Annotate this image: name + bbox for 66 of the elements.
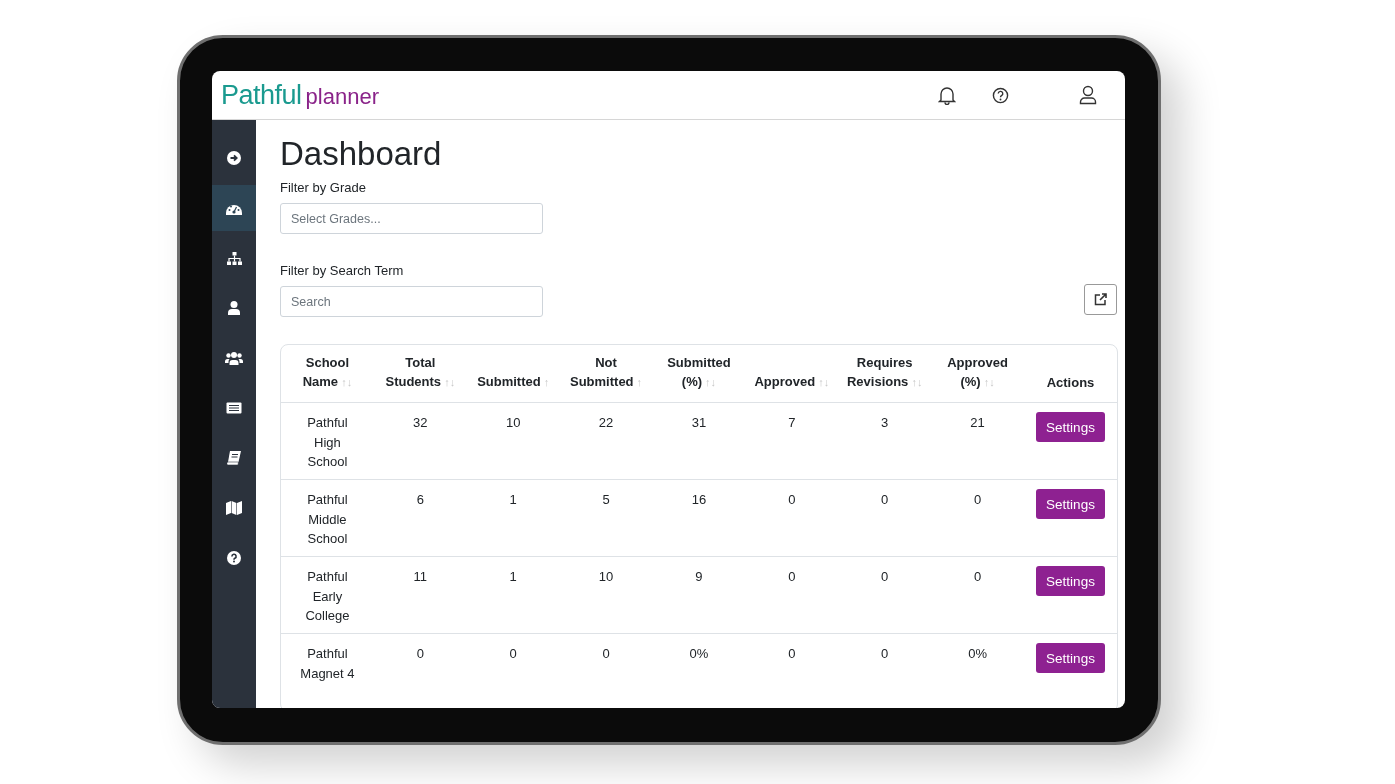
column-header[interactable]: Approved (%) ↑↓ <box>934 353 1021 392</box>
settings-button[interactable]: Settings <box>1036 412 1105 442</box>
table-cell-text: 0 <box>788 491 796 509</box>
table-cell-text: 7 <box>788 414 796 432</box>
table-cell-text: 0 <box>973 568 982 586</box>
person-icon <box>228 301 240 315</box>
table-cell-text: 0 <box>881 491 889 509</box>
table-cell-text: 32 <box>413 414 428 432</box>
column-header[interactable]: Submitted (%) ↑↓ <box>655 353 743 392</box>
table-cell-text: 0 <box>416 645 424 663</box>
list-icon <box>226 402 242 414</box>
table-cell-text: 0 <box>881 645 889 663</box>
book-icon <box>227 451 241 465</box>
table-cell-text: 5 <box>602 491 610 509</box>
table-cell-text: 22 <box>598 414 614 432</box>
help-icon[interactable] <box>992 86 1009 104</box>
table-cell-text: 1 <box>509 491 517 509</box>
column-header[interactable]: Requires Revisions ↑↓ <box>841 353 929 392</box>
arrow-circle-icon <box>227 151 241 165</box>
column-header[interactable]: Approved ↑↓ <box>754 372 830 392</box>
export-button[interactable] <box>1084 284 1117 315</box>
table-cell-text: 0 <box>973 491 982 509</box>
field-label: Filter by Grade <box>280 180 366 195</box>
user-icon[interactable] <box>1079 85 1097 105</box>
sidebar-item[interactable] <box>212 185 256 231</box>
table-cell-text: 0 <box>881 568 889 586</box>
table-cell-text: 0% <box>968 645 987 663</box>
external-link-icon <box>1094 293 1107 306</box>
column-header[interactable]: Actions <box>1046 373 1095 392</box>
help-icon <box>227 551 241 565</box>
table-cell-text: 31 <box>691 414 707 432</box>
table-cell-text: 0 <box>788 568 796 586</box>
table-cell-text: 1 <box>509 568 517 586</box>
search-field[interactable]: Search <box>280 286 543 317</box>
settings-button[interactable]: Settings <box>1036 489 1105 519</box>
table-cell-text: 0 <box>602 645 610 663</box>
settings-button[interactable]: Settings <box>1036 643 1105 673</box>
page-title: Dashboard <box>280 134 442 174</box>
settings-button[interactable]: Settings <box>1036 566 1105 596</box>
logo-product: planner <box>305 83 379 110</box>
table-cell-text: 0% <box>689 645 709 663</box>
column-header[interactable]: Submitted ↑ <box>477 372 550 392</box>
map-icon <box>226 501 242 515</box>
table-cell-text: 6 <box>416 491 424 509</box>
logo-brand: Pathful <box>221 79 302 111</box>
table-cell-text: 3 <box>881 414 889 432</box>
table-cell-text: 9 <box>695 568 703 586</box>
table-cell-text: Pathful Magnet 4 <box>299 645 356 683</box>
table-cell-text: 10 <box>505 414 521 432</box>
table-cell-text: 21 <box>970 414 985 432</box>
table-cell-text: Pathful Middle School <box>306 491 349 548</box>
table-cell-text: Pathful Early College <box>304 568 351 625</box>
field-label: Filter by Search Term <box>280 263 404 278</box>
group-icon <box>225 351 243 365</box>
table-cell-text: Pathful High School <box>306 414 349 471</box>
column-header[interactable]: School Name ↑↓ <box>284 353 371 392</box>
bell-icon[interactable] <box>938 85 956 105</box>
column-header[interactable]: Not Submitted ↑ <box>562 353 650 392</box>
table-cell-text: 0 <box>509 645 517 663</box>
grade-select-field[interactable]: Select Grades... <box>280 203 543 234</box>
table-cell-text: 16 <box>691 491 707 509</box>
column-header[interactable]: Total Students ↑↓ <box>376 353 464 392</box>
table-cell-text: 0 <box>788 645 796 663</box>
table-cell-text: 11 <box>413 568 428 586</box>
table-cell-text: 10 <box>598 568 614 586</box>
sitemap-icon <box>226 251 242 265</box>
